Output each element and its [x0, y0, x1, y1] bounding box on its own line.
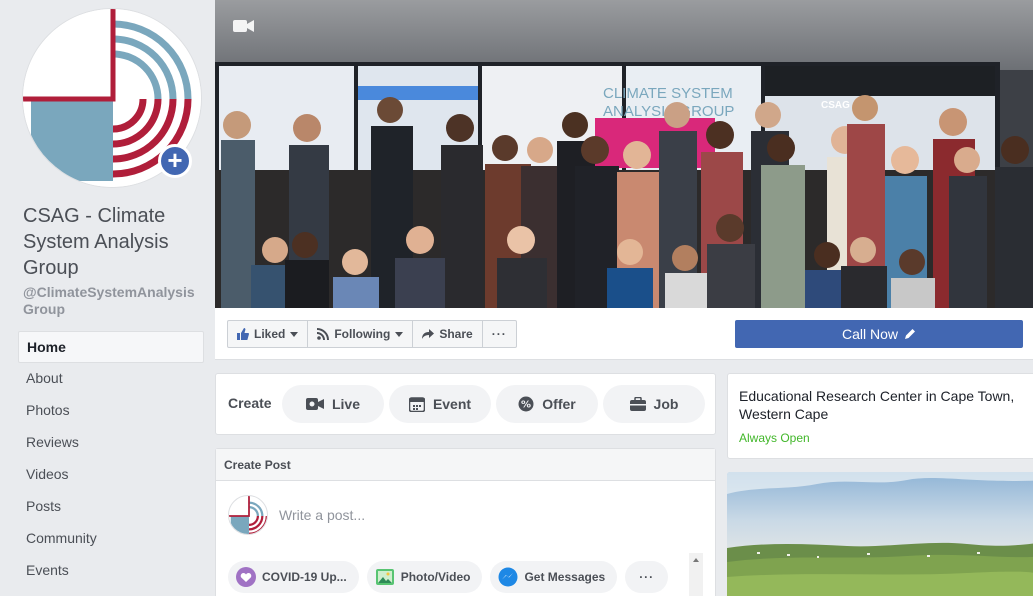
more-post-options-button[interactable]: ··· — [625, 561, 669, 593]
get-messages-button[interactable]: Get Messages — [490, 561, 618, 593]
offer-percent-icon: % — [518, 396, 534, 412]
landscape-image — [727, 472, 1033, 596]
job-label: Job — [653, 396, 679, 412]
sidebar-item-about[interactable]: About — [18, 363, 204, 395]
create-post-header: Create Post — [216, 449, 715, 481]
covid-update-button[interactable]: COVID-19 Up... — [228, 561, 359, 593]
page-actions-group: Liked Following Share ··· — [227, 320, 517, 348]
sidebar-item-home[interactable]: Home — [18, 331, 204, 363]
photo-video-button[interactable]: Photo/Video — [366, 561, 483, 593]
create-post-card: Create Post Write a post... COVID-19 Up.… — [215, 448, 716, 596]
sidebar-item-posts[interactable]: Posts — [18, 491, 204, 523]
share-arrow-icon — [422, 329, 435, 339]
live-label: Live — [331, 396, 360, 412]
thumbs-up-icon — [237, 328, 249, 340]
create-card: Create Live Event % Offer Job — [215, 373, 716, 435]
cover-photo[interactable]: CLIMATE SYSTEM ANALYSIS GROUP CSAG — [215, 0, 1033, 308]
create-live-button[interactable]: Live — [282, 385, 384, 423]
sidebar-item-photos[interactable]: Photos — [18, 395, 204, 427]
scrollbar[interactable] — [689, 553, 703, 596]
sidebar-item-community[interactable]: Community — [18, 523, 204, 555]
live-video-icon — [305, 398, 324, 410]
briefcase-icon — [629, 397, 646, 411]
left-sidebar: + CSAG - Climate System Analysis Group @… — [0, 0, 214, 596]
calendar-icon — [408, 397, 425, 412]
heart-icon — [236, 567, 256, 587]
write-post-input[interactable]: Write a post... — [279, 507, 365, 523]
get-messages-label: Get Messages — [524, 570, 606, 584]
post-options: COVID-19 Up... Photo/Video Get Messages … — [228, 561, 669, 593]
create-event-button[interactable]: Event — [389, 385, 491, 423]
group-photo: CLIMATE SYSTEM ANALYSIS GROUP CSAG — [215, 0, 1033, 308]
call-now-button[interactable]: Call Now — [735, 320, 1023, 348]
landscape-photo[interactable] — [727, 472, 1033, 596]
create-label: Create — [228, 395, 272, 411]
sidebar-item-videos[interactable]: Videos — [18, 459, 204, 491]
following-label: Following — [334, 327, 391, 341]
csag-logo-icon — [229, 496, 267, 534]
add-photo-button[interactable]: + — [158, 144, 192, 178]
more-actions-button[interactable]: ··· — [483, 321, 516, 347]
sidebar-nav: Home About Photos Reviews Videos Posts C… — [18, 331, 204, 587]
liked-button[interactable]: Liked — [228, 321, 309, 347]
following-button[interactable]: Following — [308, 321, 414, 347]
create-offer-button[interactable]: % Offer — [496, 385, 598, 423]
pencil-icon[interactable] — [904, 328, 916, 340]
messenger-icon — [498, 567, 518, 587]
svg-text:%: % — [521, 400, 531, 411]
create-job-button[interactable]: Job — [603, 385, 705, 423]
more-icon: ··· — [491, 327, 507, 341]
page-name: CSAG - Climate System Analysis Group — [23, 205, 169, 279]
category-location[interactable]: Educational Research Center in Cape Town… — [739, 387, 1033, 423]
sidebar-item-events[interactable]: Events — [18, 555, 204, 587]
page-action-bar: Liked Following Share ··· Call Now — [215, 308, 1033, 360]
photo-icon — [375, 569, 394, 585]
share-button[interactable]: Share — [413, 321, 483, 347]
more-icon: ··· — [639, 570, 655, 584]
photo-video-label: Photo/Video — [400, 570, 471, 584]
chevron-down-icon — [290, 331, 299, 337]
sidebar-item-reviews[interactable]: Reviews — [18, 427, 204, 459]
page-info-card: Educational Research Center in Cape Town… — [727, 373, 1033, 459]
scroll-arrows-icon — [693, 558, 699, 562]
avatar — [228, 495, 268, 535]
hours-status: Always Open — [739, 431, 810, 445]
screen-text-1: CLIMATE SYSTEM — [603, 85, 733, 102]
page-handle[interactable]: @ClimateSystemAnalysisGroup — [23, 284, 203, 318]
chevron-down-icon — [395, 331, 404, 337]
covid-update-label: COVID-19 Up... — [262, 570, 347, 584]
rss-icon — [317, 328, 330, 340]
share-label: Share — [439, 327, 473, 341]
screen-brand: CSAG — [821, 100, 850, 111]
call-now-label: Call Now — [841, 326, 898, 342]
video-camera-icon[interactable] — [233, 18, 255, 34]
liked-label: Liked — [254, 327, 286, 341]
event-label: Event — [432, 396, 472, 412]
offer-label: Offer — [542, 396, 576, 412]
